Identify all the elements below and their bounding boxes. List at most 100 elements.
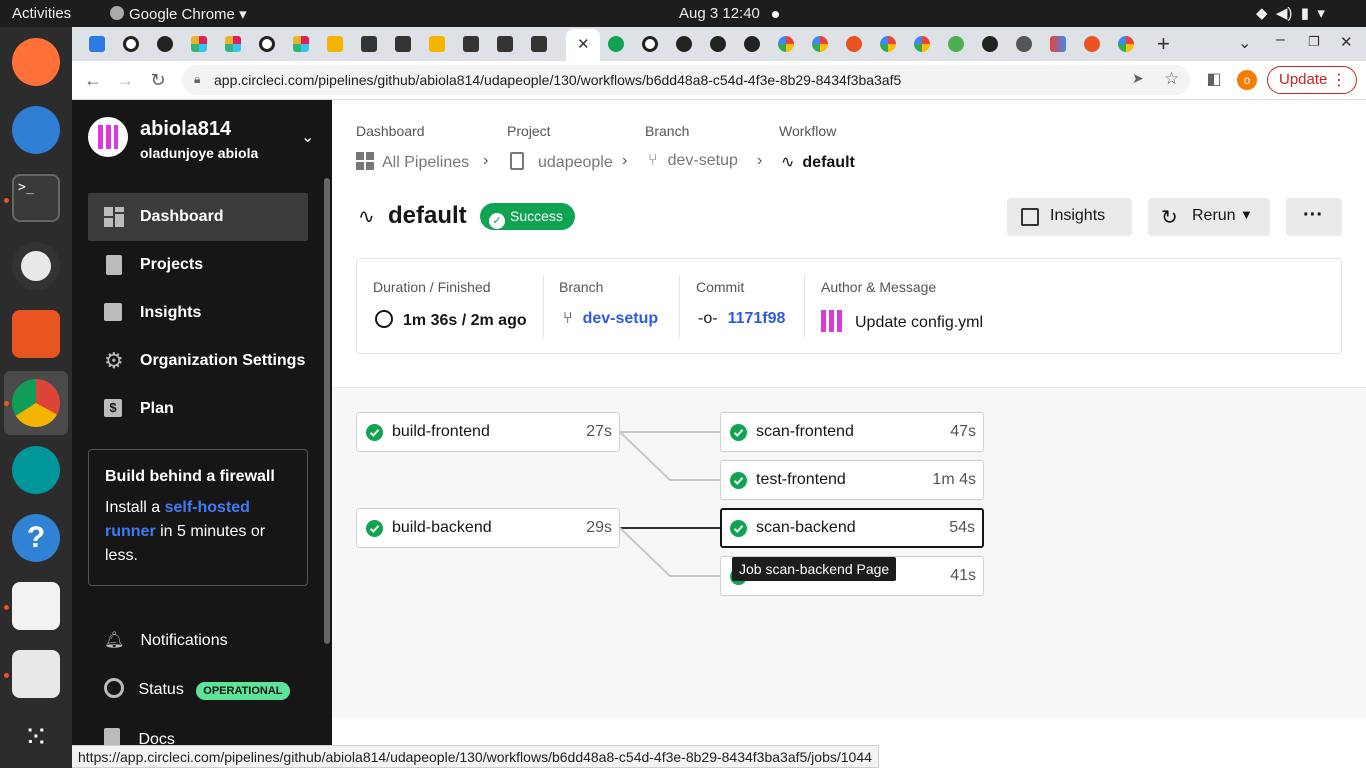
google-tab-icon[interactable] (812, 36, 828, 52)
send-icon[interactable]: ➤ (1132, 70, 1144, 87)
duration-value: 1m 36s / 2m ago (375, 310, 527, 330)
circleci-tab-icon[interactable] (259, 36, 275, 52)
crumb-project[interactable]: udapeople (510, 152, 613, 172)
terminal-icon[interactable]: >_ (12, 174, 60, 222)
thunderbird-icon[interactable] (12, 106, 60, 154)
new-tab-icon[interactable]: + (1157, 31, 1170, 57)
firewall-card-text: Install a self-hosted runner in 5 minute… (105, 496, 291, 568)
job-build-backend[interactable]: build-backend 29s (356, 508, 620, 548)
github-tab-icon[interactable] (744, 36, 760, 52)
google-tab-icon[interactable] (880, 36, 896, 52)
more-actions-button[interactable]: ··· (1286, 198, 1342, 236)
circleci-tab-icon[interactable] (123, 36, 139, 52)
address-bar[interactable]: 🔒︎ app.circleci.com/pipelines/github/abi… (182, 65, 1190, 95)
bell-icon: 🔔︎ (104, 632, 125, 649)
crumb-branch-text: dev-setup (667, 152, 738, 169)
extension-tab-icon[interactable] (948, 36, 964, 52)
arduino-icon[interactable] (12, 446, 60, 494)
commit-label: Commit (696, 279, 745, 295)
activities-button[interactable]: Activities (12, 5, 71, 22)
reload-icon[interactable]: ↻ (147, 69, 169, 91)
close-window-icon[interactable]: ✕ (1340, 33, 1353, 51)
document-viewer-icon[interactable] (12, 582, 60, 630)
minimize-icon[interactable]: – (1276, 31, 1285, 49)
update-button[interactable]: Update ⋮ (1267, 66, 1357, 94)
show-apps-icon[interactable]: ⁙ (12, 716, 60, 764)
nav-plan[interactable]: $ Plan (88, 385, 308, 433)
forward-icon[interactable]: → (114, 69, 136, 91)
success-tab-icon[interactable] (608, 36, 624, 52)
nav-insights[interactable]: Insights (88, 289, 308, 337)
crumb-project-text: udapeople (538, 154, 613, 171)
rerun-button[interactable]: ↻ Rerun ▼ (1148, 198, 1270, 236)
text-editor-icon[interactable] (12, 650, 60, 698)
github-tab-icon[interactable] (982, 36, 998, 52)
job-scan-frontend[interactable]: scan-frontend 47s (720, 412, 984, 452)
insights-button[interactable]: Insights (1007, 198, 1132, 236)
google-tab-icon[interactable] (778, 36, 794, 52)
bookmark-star-icon[interactable]: ☆ (1164, 69, 1179, 89)
job-build-frontend[interactable]: build-frontend 27s (356, 412, 620, 452)
clock[interactable]: Aug 3 12:40 (679, 5, 780, 22)
gmail-tab-icon[interactable] (1050, 36, 1066, 52)
box-tab-icon[interactable] (327, 36, 343, 52)
chrome-icon[interactable] (12, 379, 60, 427)
job-test-frontend[interactable]: test-frontend 1m 4s (720, 460, 984, 500)
github-tab-icon[interactable] (157, 36, 173, 52)
window-tab-icon[interactable] (395, 36, 411, 52)
nav-dashboard[interactable]: Dashboard (88, 193, 308, 241)
record-tab-icon[interactable] (676, 36, 692, 52)
running-indicator (4, 673, 9, 678)
commit-value[interactable]: -o- 1171f98 (698, 310, 785, 328)
window-tab-icon[interactable] (463, 36, 479, 52)
tab-search-icon[interactable]: ⌄ (1238, 33, 1251, 53)
app-menu[interactable]: Google Chrome ▾ (110, 5, 247, 23)
slack-tab-icon[interactable] (225, 36, 241, 52)
commit-link[interactable]: 1171f98 (728, 310, 786, 327)
circleci-tab-icon[interactable] (642, 36, 658, 52)
slack-tab-icon[interactable] (293, 36, 309, 52)
branch-link[interactable]: dev-setup (583, 310, 659, 327)
nav-status[interactable]: Status OPERATIONAL (104, 678, 290, 700)
sidebar-scrollbar[interactable] (324, 178, 330, 644)
branch-value[interactable]: ⑂ dev-setup (563, 310, 658, 328)
slack-tab-icon[interactable] (191, 36, 207, 52)
crumb-all-pipelines[interactable]: All Pipelines (356, 152, 469, 172)
firefox-icon[interactable] (12, 38, 60, 86)
window-tab-icon[interactable] (497, 36, 513, 52)
back-icon[interactable]: ← (82, 69, 104, 91)
google-tab-icon[interactable] (1118, 36, 1134, 52)
chevron-right-icon: › (622, 152, 628, 169)
nav-insights-label: Insights (140, 304, 202, 321)
rhythmbox-icon[interactable] (12, 242, 60, 290)
tab-favicon-icon[interactable] (89, 36, 105, 52)
author-label: Author & Message (821, 279, 937, 295)
software-center-icon[interactable] (12, 310, 60, 358)
side-panel-icon[interactable]: ◧ (1203, 69, 1225, 91)
box-tab-icon[interactable] (429, 36, 445, 52)
podcast-tab-icon[interactable] (846, 36, 862, 52)
nav-notifications[interactable]: 🔔︎ Notifications (104, 630, 228, 650)
crumb-branch[interactable]: ⑂ dev-setup (648, 152, 738, 170)
help-icon[interactable]: ? (12, 514, 60, 562)
github-tab-icon[interactable] (710, 36, 726, 52)
restore-icon[interactable]: ❐ (1308, 34, 1320, 50)
close-tab-icon[interactable]: ✕ (577, 35, 590, 53)
main-content: Dashboard Project Branch Workflow All Pi… (332, 100, 1366, 768)
window-tab-icon[interactable] (361, 36, 377, 52)
chrome-tab-icon[interactable] (1016, 36, 1032, 52)
podcast-tab-icon[interactable] (1084, 36, 1100, 52)
org-switcher[interactable]: abiola814 oladunjoye abiola ⌄ (88, 116, 316, 164)
active-tab[interactable]: ✕ (566, 29, 600, 61)
system-tray[interactable]: ◆ ◀) ▮ ▾ (1256, 4, 1325, 22)
google-tab-icon[interactable] (914, 36, 930, 52)
running-indicator (4, 605, 9, 610)
profile-avatar[interactable]: o (1237, 70, 1257, 90)
window-tab-icon[interactable] (531, 36, 547, 52)
nav-organization-settings[interactable]: ⚙ Organization Settings (88, 337, 308, 385)
nav-projects[interactable]: Projects (88, 241, 308, 289)
crumb-label-workflow: Workflow (779, 123, 837, 139)
job-scan-backend[interactable]: scan-backend 54s (720, 508, 984, 548)
crumb-workflow[interactable]: ∿ default (781, 152, 855, 172)
job-duration: 29s (586, 519, 612, 536)
